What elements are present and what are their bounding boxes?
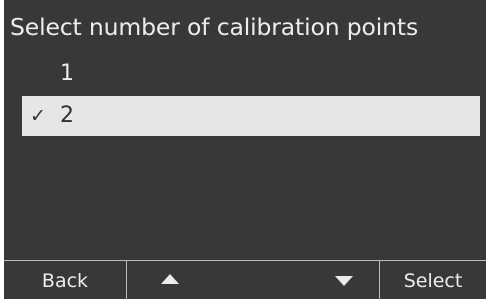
screen-title: Select number of calibration points: [10, 13, 419, 41]
option-1[interactable]: 1: [22, 54, 480, 94]
option-label: 2: [60, 103, 74, 128]
back-button[interactable]: Back: [4, 261, 126, 300]
triangle-up-icon[interactable]: [161, 274, 179, 284]
check-mark-icon: ✓: [30, 105, 46, 127]
option-2[interactable]: ✓ 2: [22, 96, 480, 136]
select-button[interactable]: Select: [380, 261, 486, 300]
option-label: 1: [60, 61, 74, 86]
calibration-screen: Select number of calibration points 1 ✓ …: [4, 0, 486, 300]
navigation-keys: [127, 261, 379, 300]
triangle-down-icon[interactable]: [335, 276, 353, 286]
softkey-bar: Back Select: [4, 260, 486, 300]
